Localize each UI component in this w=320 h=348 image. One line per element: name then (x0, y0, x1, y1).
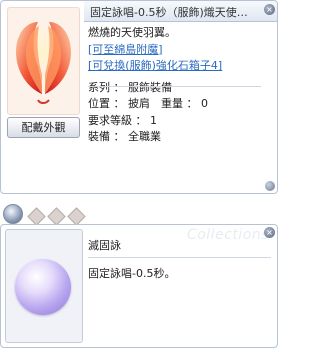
position-weight-text: 位置 ： 披肩 重量 ： 0 (88, 97, 208, 110)
item-image-frame (7, 7, 80, 115)
category-text: 系列 ： 服飾裝備 (88, 80, 172, 94)
exchange-link[interactable]: [可兌換(服飾)強化石箱子4] (88, 59, 222, 72)
card-slot-empty[interactable] (47, 207, 66, 226)
equip-jobs-text: 裝備 ： 全職業 (88, 130, 161, 143)
resize-knob-icon[interactable] (265, 181, 275, 191)
description-divider (88, 86, 261, 87)
item-detail-window: 配戴外觀 固定詠唱-0.5秒（服飾)熾天使… × 燃燒的天使羽翼。 [可至綿島附… (0, 0, 278, 194)
appearance-button[interactable]: 配戴外觀 (7, 117, 80, 138)
info-divider (88, 257, 271, 258)
angel-wings-icon (13, 16, 73, 104)
enchant-link[interactable]: [可至綿島附魔] (88, 43, 163, 56)
card-slot-bar (0, 196, 278, 226)
close-icon[interactable]: × (264, 227, 275, 238)
watermark: Collections (186, 227, 269, 243)
slot-item-name: 滅固詠 (88, 239, 121, 252)
card-slot-empty[interactable] (67, 207, 86, 226)
close-icon[interactable]: × (264, 4, 275, 15)
item-title-bar[interactable]: 固定詠唱-0.5秒（服飾)熾天使… × (84, 1, 277, 22)
card-slot-empty[interactable] (27, 207, 46, 226)
card-slot-filled[interactable] (3, 204, 23, 224)
slot-item-effect: 固定詠唱-0.5秒。 (88, 267, 176, 280)
slot-image-panel (5, 229, 83, 343)
flavor-text: 燃燒的天使羽翼。 (88, 26, 176, 39)
slot-info-window: Collections × 滅固詠 固定詠唱-0.5秒。 (0, 224, 278, 348)
crystal-orb-icon (15, 259, 71, 315)
item-title: 固定詠唱-0.5秒（服飾)熾天使… (90, 6, 248, 19)
required-level-text: 要求等級 ： 1 (88, 113, 157, 127)
